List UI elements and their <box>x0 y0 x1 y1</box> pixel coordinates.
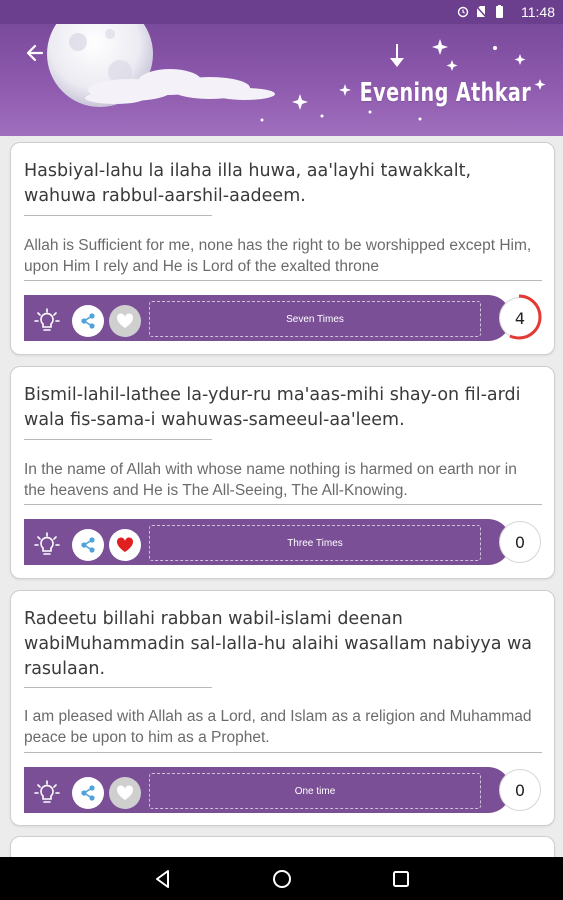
status-bar: 11:48 <box>0 0 563 24</box>
counter-button[interactable]: 0 <box>499 769 541 811</box>
system-nav-bar <box>0 857 563 900</box>
favorite-button[interactable] <box>109 529 141 561</box>
counter-value: 0 <box>514 780 526 800</box>
share-button[interactable] <box>72 777 104 809</box>
share-button[interactable] <box>72 529 104 561</box>
action-bar: Seven Times <box>24 295 511 341</box>
lantern-icon <box>390 44 404 67</box>
athkar-translation: I am pleased with Allah as a Lord, and I… <box>24 708 532 746</box>
athkar-card <box>10 836 555 857</box>
athkar-card: Radeetu billahi rabban wabil-islami deen… <box>10 590 555 826</box>
repeat-count-label: Three Times <box>149 525 481 561</box>
repeat-count-label: One time <box>149 773 481 809</box>
no-sim-icon <box>475 5 487 18</box>
lightbulb-icon <box>34 532 60 555</box>
nav-home-icon[interactable] <box>270 867 294 891</box>
nav-back-icon[interactable] <box>151 867 175 891</box>
athkar-list[interactable]: Hasbiyal-lahu la ilaha illa huwa, aa'lay… <box>0 136 563 857</box>
counter-value: 4 <box>514 308 526 328</box>
app-header: Evening Athkar <box>0 24 563 136</box>
alarm-icon <box>457 6 469 18</box>
lightbulb-icon <box>34 308 60 331</box>
share-button[interactable] <box>72 305 104 337</box>
divider <box>24 752 542 753</box>
divider <box>24 215 212 216</box>
share-icon <box>81 537 95 553</box>
action-bar: One time <box>24 767 511 813</box>
heart-outline-icon <box>116 785 134 800</box>
status-time: 11:48 <box>521 4 555 20</box>
tip-button[interactable] <box>30 305 64 337</box>
page-title: Evening Athkar <box>359 78 531 108</box>
battery-icon <box>496 5 503 18</box>
favorite-button[interactable] <box>109 777 141 809</box>
athkar-card: Hasbiyal-lahu la ilaha illa huwa, aa'lay… <box>10 142 555 355</box>
divider <box>24 280 542 281</box>
athkar-transliteration: Radeetu billahi rabban wabil-islami deen… <box>24 609 533 679</box>
lightbulb-icon <box>34 780 60 803</box>
heart-filled-icon <box>116 537 134 552</box>
divider <box>24 439 212 440</box>
favorite-button[interactable] <box>109 305 141 337</box>
repeat-count-label: Seven Times <box>149 301 481 337</box>
athkar-translation: Allah is Sufficient for me, none has the… <box>24 237 532 275</box>
athkar-transliteration: Hasbiyal-lahu la ilaha illa huwa, aa'lay… <box>24 161 472 206</box>
action-bar: Three Times <box>24 519 511 565</box>
counter-button[interactable]: 0 <box>499 521 541 563</box>
counter-button[interactable]: 4 <box>496 294 542 340</box>
athkar-card: Bismil-lahil-lathee la-ydur-ru ma'aas-mi… <box>10 366 555 579</box>
share-icon <box>81 785 95 801</box>
tip-button[interactable] <box>30 777 64 809</box>
heart-outline-icon <box>116 313 134 328</box>
athkar-transliteration: Bismil-lahil-lathee la-ydur-ru ma'aas-mi… <box>24 385 521 430</box>
nav-recents-icon[interactable] <box>389 867 413 891</box>
status-icons <box>457 5 505 18</box>
athkar-translation: In the name of Allah with whose name not… <box>24 461 517 499</box>
share-icon <box>81 313 95 329</box>
divider <box>24 504 542 505</box>
back-arrow-icon[interactable] <box>20 38 50 68</box>
divider <box>24 687 212 688</box>
tip-button[interactable] <box>30 529 64 561</box>
counter-value: 0 <box>514 532 526 552</box>
